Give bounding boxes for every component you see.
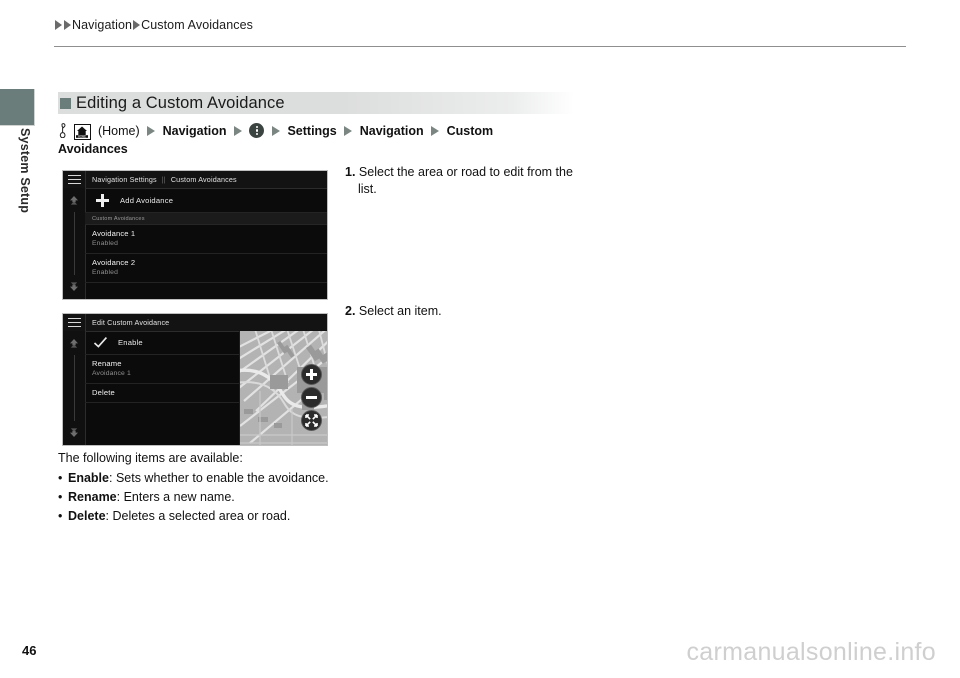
scroll-track[interactable] bbox=[73, 212, 75, 275]
device2-topbar: Edit Custom Avoidance bbox=[63, 314, 327, 332]
add-avoidance-button[interactable]: Add Avoidance bbox=[85, 188, 327, 213]
section-bullet-icon bbox=[60, 97, 71, 109]
list-item-title: Avoidance 2 bbox=[92, 258, 136, 267]
hamburger-menu-icon[interactable] bbox=[63, 171, 86, 188]
device1-scroll-rail[interactable] bbox=[63, 188, 86, 299]
page-title: Editing a Custom Avoidance bbox=[76, 93, 285, 112]
group-header-label: Custom Avoidances bbox=[92, 215, 145, 222]
device1-breadcrumb: Navigation Settings || Custom Avoidances bbox=[92, 175, 237, 184]
scroll-down-icon[interactable] bbox=[67, 425, 81, 439]
path-segment-custom: Custom bbox=[446, 124, 494, 138]
screenshot-custom-avoidances-list: Navigation Settings || Custom Avoidances A… bbox=[62, 170, 328, 300]
device2-title: Edit Custom Avoidance bbox=[92, 318, 170, 327]
item-desc-enable: : Sets whether to enable the avoidance. bbox=[109, 471, 329, 485]
bullet-icon: • bbox=[58, 490, 63, 504]
list-item[interactable]: Avoidance 2 Enabled bbox=[85, 254, 327, 283]
path-arrow-icon bbox=[344, 126, 353, 136]
svg-text:HOME: HOME bbox=[79, 134, 87, 138]
bullet-icon: • bbox=[58, 509, 63, 523]
screenshot-edit-custom-avoidance: Edit Custom Avoidance Enable Rename Avoi… bbox=[62, 313, 328, 446]
enable-label: Enable bbox=[118, 338, 143, 347]
enable-option-row[interactable]: Enable bbox=[85, 331, 239, 355]
path-arrow-icon bbox=[234, 126, 242, 136]
triangle-marker-icon bbox=[55, 20, 62, 30]
step-2-number: 2. bbox=[345, 304, 356, 318]
path-segment-navigation: Navigation bbox=[162, 124, 227, 138]
rename-option-row[interactable]: Rename Avoidance 1 bbox=[85, 355, 239, 384]
watermark: carmanualsonline.info bbox=[686, 638, 936, 666]
list-item[interactable]: Avoidance 1 Enabled bbox=[85, 225, 327, 254]
checkmark-icon bbox=[93, 336, 108, 349]
bullet-icon: • bbox=[58, 471, 63, 485]
device1-topbar: Navigation Settings || Custom Avoidances bbox=[63, 171, 327, 189]
item-desc-rename: : Enters a new name. bbox=[116, 490, 235, 504]
map-zoom-out-button[interactable] bbox=[301, 387, 322, 408]
hand-pointer-icon bbox=[58, 123, 68, 139]
step-2: 2. Select an item. bbox=[345, 303, 575, 320]
chapter-label: System Setup bbox=[18, 128, 32, 214]
device2-content: Enable Rename Avoidance 1 Delete bbox=[85, 331, 327, 445]
map-zoom-in-button[interactable] bbox=[301, 364, 322, 385]
plus-icon bbox=[96, 193, 109, 207]
triangle-marker-icon bbox=[64, 20, 71, 30]
scroll-track[interactable] bbox=[73, 355, 75, 421]
map-preview[interactable] bbox=[240, 331, 327, 445]
home-label: (Home) bbox=[97, 124, 140, 138]
path-arrow-icon bbox=[431, 126, 440, 136]
page-number: 46 bbox=[22, 643, 37, 658]
item-term-delete: Delete bbox=[68, 509, 106, 523]
step-1-number: 1. bbox=[345, 165, 356, 179]
path-segment-settings: Settings bbox=[287, 124, 337, 138]
list-item: • Delete: Deletes a selected area or roa… bbox=[58, 507, 478, 526]
menu-path: HOME (Home) Navigation Settings Navigati… bbox=[58, 120, 578, 158]
device1-crumb-primary[interactable]: Navigation Settings bbox=[92, 175, 157, 184]
items-list: • Enable: Sets whether to enable the avo… bbox=[58, 469, 478, 526]
more-options-icon bbox=[249, 123, 265, 138]
list-item-status: Enabled bbox=[92, 269, 118, 276]
device1-crumb-secondary: Custom Avoidances bbox=[170, 175, 237, 184]
scroll-up-icon[interactable] bbox=[67, 194, 81, 208]
item-term-rename: Rename bbox=[68, 490, 117, 504]
delete-label: Delete bbox=[92, 388, 115, 397]
step-1-text: Select the area or road to edit from the… bbox=[358, 165, 573, 196]
hamburger-menu-icon[interactable] bbox=[63, 314, 86, 331]
device1-content: Add Avoidance Custom Avoidances Avoidanc… bbox=[85, 188, 327, 299]
triangle-marker-icon bbox=[133, 20, 141, 30]
list-item: • Rename: Enters a new name. bbox=[58, 488, 478, 507]
rename-value: Avoidance 1 bbox=[92, 370, 131, 377]
device1-crumb-separator: || bbox=[161, 175, 166, 184]
delete-option-row[interactable]: Delete bbox=[85, 384, 239, 403]
item-desc-delete: : Deletes a selected area or road. bbox=[105, 509, 291, 523]
chapter-tab-marker bbox=[0, 89, 35, 126]
add-avoidance-label: Add Avoidance bbox=[120, 195, 174, 205]
step-1: 1. Select the area or road to edit from … bbox=[345, 164, 575, 197]
path-segment-avoidances: Avoidances bbox=[58, 142, 128, 156]
section-header: Editing a Custom Avoidance bbox=[58, 92, 574, 114]
list-item: • Enable: Sets whether to enable the avo… bbox=[58, 469, 478, 488]
map-expand-button[interactable] bbox=[301, 410, 322, 431]
rename-label: Rename bbox=[92, 359, 122, 368]
device2-options-panel: Enable Rename Avoidance 1 Delete bbox=[85, 331, 240, 445]
home-button-icon: HOME bbox=[74, 124, 92, 140]
items-intro: The following items are available: bbox=[58, 451, 243, 465]
list-item-status: Enabled bbox=[92, 240, 118, 247]
path-arrow-icon bbox=[271, 126, 280, 136]
header-divider bbox=[54, 46, 906, 47]
path-arrow-icon bbox=[147, 126, 156, 136]
path-segment-navigation-2: Navigation bbox=[359, 124, 424, 138]
device2-scroll-rail[interactable] bbox=[63, 331, 86, 445]
scroll-down-icon[interactable] bbox=[67, 279, 81, 293]
list-item-title: Avoidance 1 bbox=[92, 229, 136, 238]
breadcrumb-item-navigation: Navigation bbox=[72, 18, 133, 32]
step-2-text: Select an item. bbox=[358, 304, 442, 318]
scroll-up-icon[interactable] bbox=[67, 337, 81, 351]
breadcrumb-item-custom-avoidances: Custom Avoidances bbox=[141, 18, 254, 32]
item-term-enable: Enable bbox=[68, 471, 109, 485]
breadcrumb: Navigation Custom Avoidances bbox=[54, 18, 253, 32]
group-header-custom-avoidances: Custom Avoidances bbox=[85, 213, 327, 225]
